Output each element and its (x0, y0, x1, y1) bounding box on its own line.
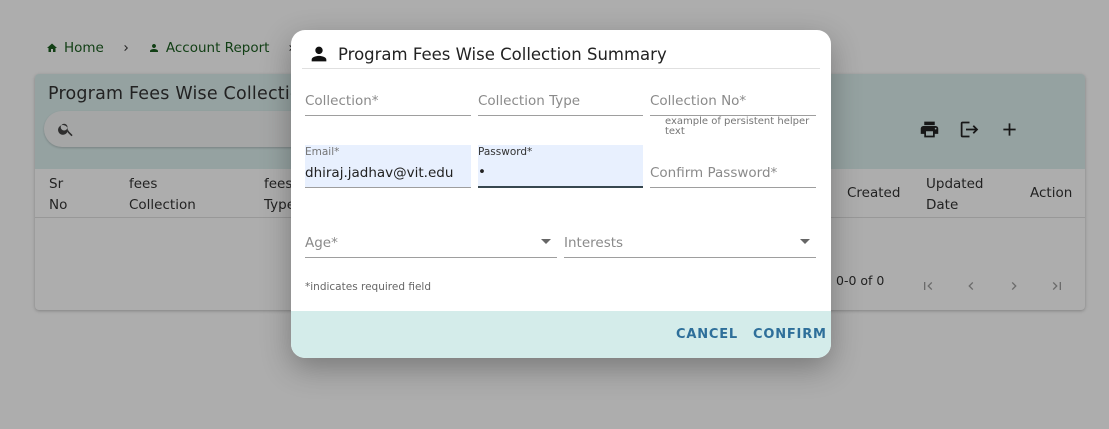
field-underline (650, 187, 816, 188)
person-icon (311, 46, 327, 62)
collection-type-field[interactable]: Collection Type (478, 84, 643, 116)
dropdown-arrow-icon (541, 239, 551, 244)
password-field[interactable]: Password* • (478, 145, 643, 188)
confirm-password-label: Confirm Password* (650, 165, 778, 181)
field-underline (305, 115, 471, 116)
divider (302, 68, 820, 69)
collection-type-label: Collection Type (478, 93, 581, 109)
email-field[interactable]: Email* dhiraj.jadhav@vit.edu (305, 145, 471, 188)
age-select[interactable]: Age* (305, 226, 557, 258)
field-underline (478, 186, 643, 188)
age-label: Age* (305, 235, 338, 251)
collection-no-label: Collection No* (650, 93, 747, 109)
field-underline (305, 257, 557, 258)
interests-label: Interests (564, 235, 624, 251)
collection-no-helper: example of persistent helper text (665, 116, 810, 137)
field-underline (305, 187, 471, 188)
collection-field[interactable]: Collection* (305, 84, 471, 116)
collection-label: Collection* (305, 93, 379, 109)
confirm-button[interactable]: CONFIRM (753, 327, 827, 342)
email-label: Email* (305, 146, 340, 158)
field-underline (478, 115, 643, 116)
dialog-title-text: Program Fees Wise Collection Summary (338, 44, 667, 64)
collection-no-field[interactable]: Collection No* example of persistent hel… (650, 84, 816, 137)
cancel-button[interactable]: CANCEL (676, 327, 738, 342)
dialog: Program Fees Wise Collection Summary Col… (291, 30, 831, 358)
password-value: • (478, 164, 486, 180)
dropdown-arrow-icon (800, 239, 810, 244)
dialog-actions (291, 311, 831, 358)
required-note: *indicates required field (305, 281, 431, 293)
confirm-password-field[interactable]: Confirm Password* (650, 156, 816, 188)
password-label: Password* (478, 146, 533, 158)
dialog-title: Program Fees Wise Collection Summary (308, 40, 667, 68)
field-underline (564, 257, 816, 258)
email-value: dhiraj.jadhav@vit.edu (305, 165, 454, 181)
interests-select[interactable]: Interests (564, 226, 816, 258)
